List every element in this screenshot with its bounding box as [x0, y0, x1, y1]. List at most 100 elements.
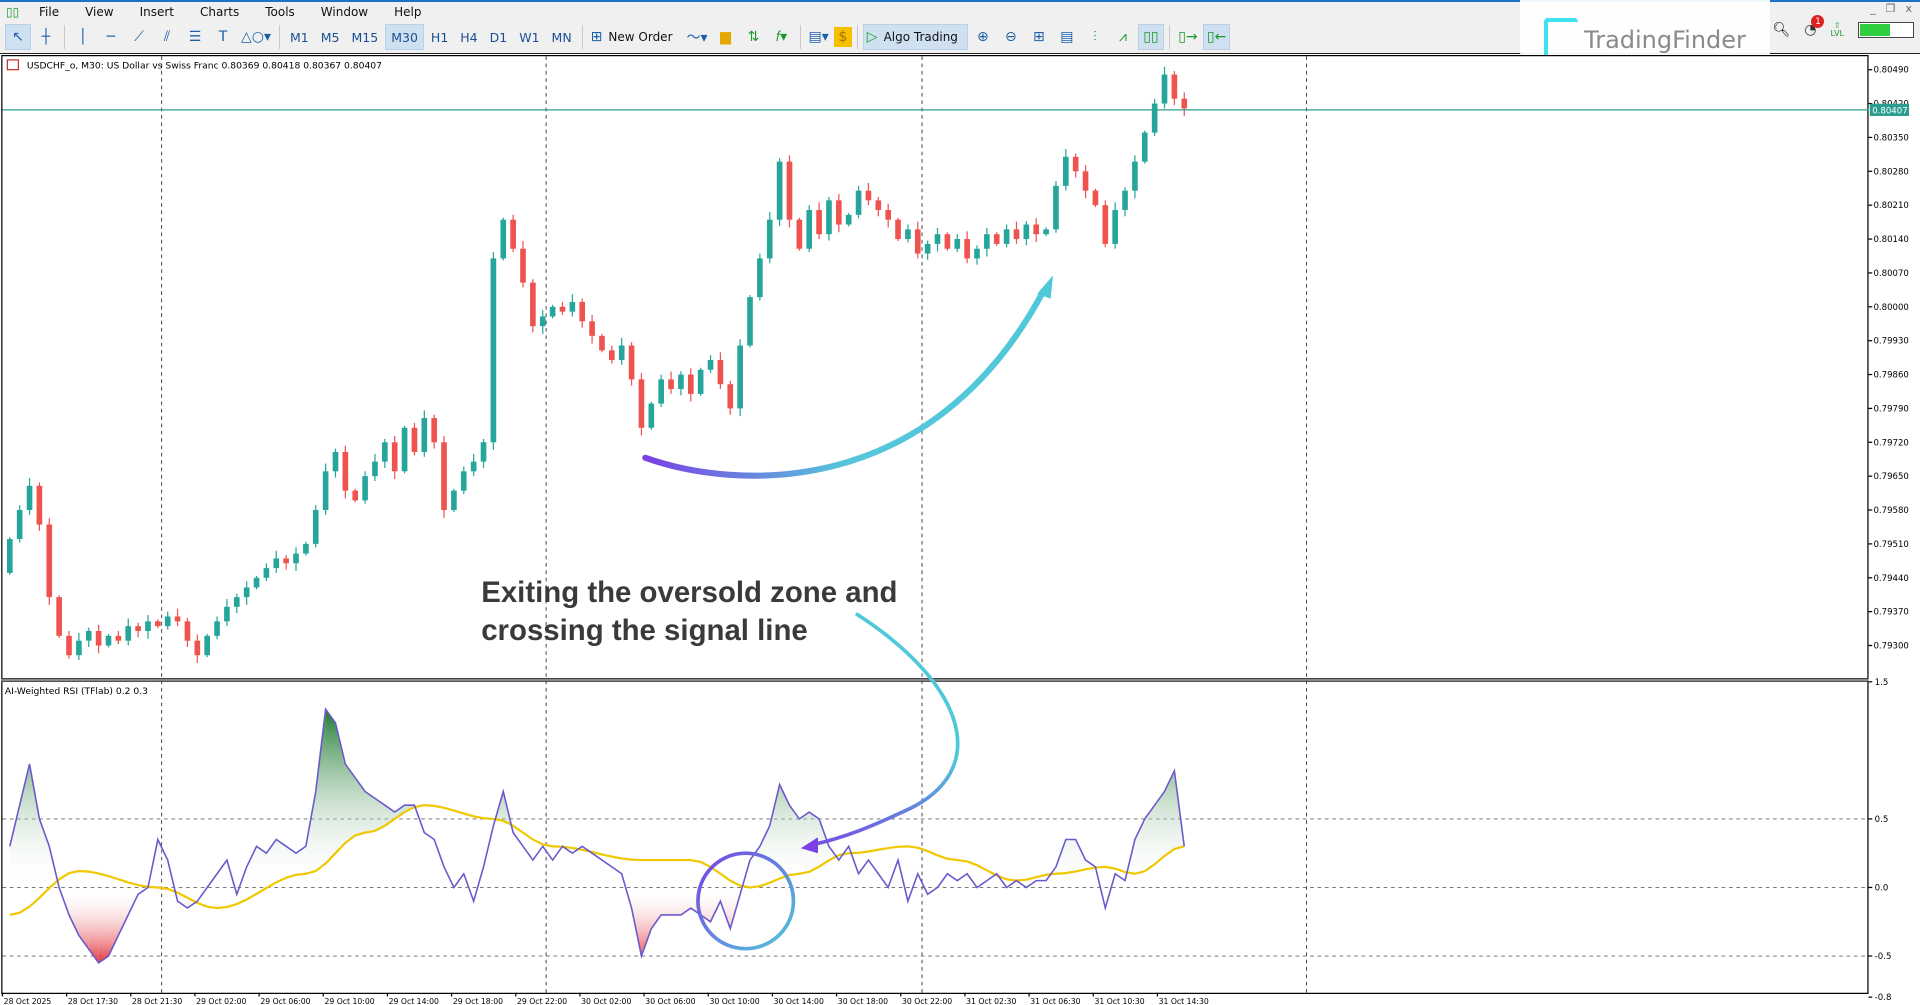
menu-help[interactable]: Help	[381, 5, 434, 19]
trendline-icon[interactable]: ⟋	[126, 24, 152, 50]
candle	[806, 205, 812, 252]
grid-icon[interactable]: ▤	[1054, 24, 1080, 50]
current-price-label: 0.80407	[1872, 107, 1907, 117]
price-tick-label: 0.79720	[1873, 438, 1908, 448]
timeframe-h4[interactable]: H4	[455, 24, 482, 50]
template-icon[interactable]: ▤▾	[806, 24, 832, 50]
candle-body	[974, 249, 980, 259]
menu-window[interactable]: Window	[308, 5, 381, 19]
autoscroll-icon[interactable]: ▯→	[1175, 24, 1201, 50]
candle-body	[836, 200, 842, 224]
shapes-icon[interactable]: △○▾	[238, 24, 274, 50]
chart-area[interactable]: 0.804900.804200.803500.802800.802100.801…	[0, 55, 1920, 1005]
candle	[648, 402, 654, 430]
menu-insert[interactable]: Insert	[127, 5, 187, 19]
connection-toggle[interactable]	[1858, 22, 1914, 38]
new-order-button[interactable]: ⊞New Order	[588, 24, 682, 50]
candle-body	[915, 229, 921, 253]
chart-header: USDCHF_o, M30: US Dollar vs Swiss Franc …	[27, 60, 382, 71]
timeframe-d1[interactable]: D1	[485, 24, 513, 50]
menu-tools[interactable]: Tools	[252, 5, 308, 19]
candle-body	[204, 636, 210, 655]
window-controls: _ ❐ x	[1870, 2, 1912, 15]
price-tick-label: 0.79930	[1873, 337, 1908, 347]
time-tick-label: 29 Oct 06:00	[260, 997, 310, 1005]
dollar-icon[interactable]: $	[834, 27, 852, 47]
zoom-in-icon[interactable]: ⊕	[970, 24, 996, 50]
timeframe-h1[interactable]: H1	[426, 24, 453, 50]
candle-body	[244, 587, 250, 597]
candle	[550, 305, 556, 319]
folder-icon[interactable]: ▆	[713, 24, 739, 50]
line-chart-icon[interactable]: ⩘	[1110, 24, 1136, 50]
candle-body	[155, 621, 161, 626]
candle-body	[1063, 157, 1069, 186]
candle-body	[639, 379, 645, 427]
price-tick-label: 0.79300	[1873, 642, 1908, 652]
timeframe-m30[interactable]: M30	[385, 24, 424, 50]
text-icon[interactable]: T	[210, 24, 236, 50]
fibonacci-icon[interactable]: ☰	[182, 24, 208, 50]
horizontal-line-icon[interactable]: ─	[98, 24, 124, 50]
bullish-fill	[1066, 839, 1076, 873]
candle-body	[145, 621, 151, 631]
right-controls: 🔍︎ ◔1 ⇧LVL	[1772, 22, 1914, 38]
candle	[895, 218, 901, 241]
indicator-tick-label: -0.8	[1875, 993, 1892, 1003]
candle-body	[1162, 75, 1168, 104]
channel-icon[interactable]: ⫽	[154, 24, 180, 50]
candle-body	[323, 471, 329, 510]
restore-icon[interactable]: ❐	[1886, 2, 1896, 15]
indicators-icon[interactable]: 𝑓▾	[769, 24, 795, 50]
candle-body	[333, 452, 339, 471]
lvl-icon[interactable]: ⇧LVL	[1830, 22, 1844, 38]
timeframe-m1[interactable]: M1	[285, 24, 314, 50]
candle-body	[76, 641, 82, 656]
candle-body	[816, 210, 822, 234]
candle-body	[303, 544, 309, 554]
buy-sell-icon[interactable]: ⇅	[741, 24, 767, 50]
algo-trading-button[interactable]: ▷Algo Trading	[863, 24, 968, 50]
close-icon[interactable]: x	[1905, 2, 1912, 15]
chart-shift-icon[interactable]: ▯←	[1203, 24, 1230, 50]
candle	[846, 213, 852, 227]
cursor-icon[interactable]: ↖	[5, 24, 31, 50]
bar-chart-icon[interactable]: ⫶	[1082, 24, 1108, 50]
crosshair-icon[interactable]: ┼	[33, 24, 59, 50]
candle-body	[905, 229, 911, 239]
candle-body	[362, 476, 368, 500]
search-icon[interactable]: 🔍︎	[1772, 22, 1790, 38]
minimize-icon[interactable]: _	[1870, 2, 1876, 15]
candlestick-icon[interactable]: ▯▯	[1138, 24, 1164, 50]
candle-body	[599, 336, 605, 351]
menu-view[interactable]: View	[72, 5, 126, 19]
menu-file[interactable]: File	[26, 5, 72, 19]
candle-body	[17, 510, 23, 539]
candle-body	[994, 234, 1000, 244]
zoom-out-icon[interactable]: ⊖	[998, 24, 1024, 50]
timeframe-w1[interactable]: W1	[514, 24, 544, 50]
time-tick-label: 31 Oct 10:30	[1094, 997, 1144, 1005]
vertical-line-icon[interactable]: │	[70, 24, 96, 50]
candle-body	[293, 554, 299, 564]
candle-body	[510, 220, 516, 249]
notifications-button[interactable]: ◔1	[1804, 22, 1816, 38]
candle	[441, 436, 447, 518]
candle-body	[421, 418, 427, 452]
tile-windows-icon[interactable]: ⊞	[1026, 24, 1052, 50]
indicator-tick-label: 0.5	[1875, 815, 1889, 825]
time-tick-label: 29 Oct 02:00	[196, 997, 246, 1005]
timeframe-mn[interactable]: MN	[547, 24, 577, 50]
indicator-tick-label: -0.5	[1875, 952, 1892, 962]
menu-charts[interactable]: Charts	[187, 5, 252, 19]
time-tick-label: 31 Oct 06:30	[1030, 997, 1080, 1005]
candle-body	[165, 616, 171, 626]
timeframe-m5[interactable]: M5	[316, 24, 345, 50]
candle-body	[125, 626, 131, 641]
candle-body	[698, 370, 704, 394]
candle	[254, 576, 260, 590]
candle-body	[56, 597, 62, 636]
candle-body	[658, 379, 664, 403]
timeframe-m15[interactable]: M15	[347, 24, 384, 50]
chart-type-icon[interactable]: 〜▾	[684, 24, 711, 50]
